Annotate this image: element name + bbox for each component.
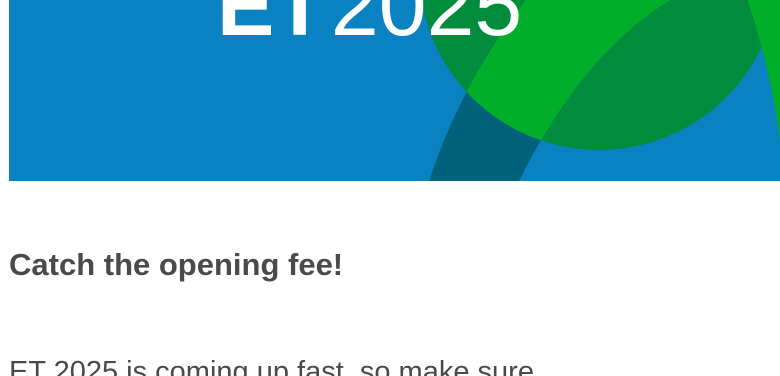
hero-title-bold: ET (217, 0, 326, 54)
hero-banner: ET2025 (9, 0, 780, 181)
hero-title: ET2025 (217, 0, 522, 52)
article-heading: Catch the opening fee! (9, 247, 344, 282)
article-body: ET 2025 is coming up fast, so make sure (9, 356, 534, 376)
email-page: ET2025 Catch the opening fee! ET 2025 is… (0, 0, 780, 376)
hero-title-year: 2025 (330, 0, 523, 54)
